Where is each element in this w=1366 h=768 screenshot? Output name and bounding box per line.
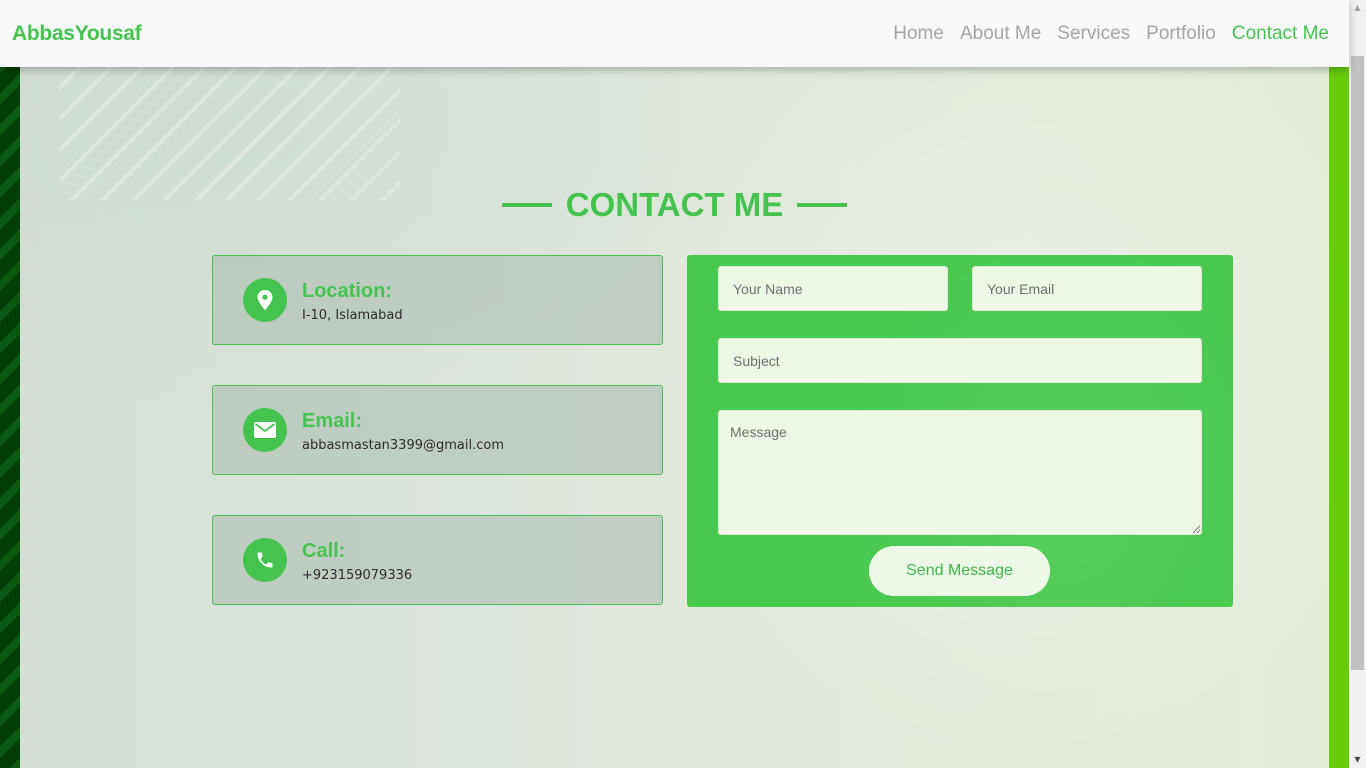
nav-link-services[interactable]: Services: [1057, 23, 1130, 45]
scroll-up-arrow-icon[interactable]: ▲: [1351, 2, 1364, 14]
scroll-down-arrow-icon[interactable]: ▼: [1351, 754, 1364, 766]
nav-links: Home About Me Services Portfolio Contact…: [893, 23, 1329, 45]
section-heading: CONTACT ME: [0, 186, 1349, 224]
title-right-rule: [797, 203, 848, 207]
name-input[interactable]: [718, 266, 948, 311]
phone-icon: [243, 538, 287, 582]
nav-link-about-me[interactable]: About Me: [960, 23, 1041, 45]
email-value: abbasmastan3399@gmail.com: [302, 437, 505, 453]
email-label: Email:: [302, 409, 363, 432]
page-title: CONTACT ME: [565, 186, 784, 223]
location-card: Location: I-10, Islamabad: [212, 255, 663, 345]
nav-link-contact-me[interactable]: Contact Me: [1232, 23, 1329, 45]
top-navbar: AbbasYousaf Home About Me Services Portf…: [0, 0, 1349, 67]
call-value: +923159079336: [302, 567, 413, 583]
scrollbar-thumb[interactable]: [1351, 56, 1364, 670]
nav-link-home[interactable]: Home: [893, 23, 944, 45]
map-pin-icon: [243, 278, 287, 322]
envelope-icon: [243, 408, 287, 452]
email-input[interactable]: [972, 266, 1202, 311]
nav-link-portfolio[interactable]: Portfolio: [1146, 23, 1216, 45]
email-text: Email: abbasmastan3399@gmail.com: [302, 410, 504, 453]
location-text: Location: I-10, Islamabad: [302, 280, 403, 323]
subject-input[interactable]: [718, 338, 1202, 383]
location-value: I-10, Islamabad: [302, 307, 403, 323]
call-text: Call: +923159079336: [302, 540, 412, 583]
left-decorative-stripe: [0, 0, 20, 768]
send-message-button[interactable]: Send Message: [869, 546, 1050, 596]
right-accent-bar: [1329, 0, 1349, 768]
call-label: Call:: [302, 539, 346, 562]
location-label: Location:: [302, 279, 392, 302]
call-card: Call: +923159079336: [212, 515, 663, 605]
title-left-rule: [501, 203, 552, 207]
brand-logo[interactable]: AbbasYousaf: [12, 22, 142, 46]
email-card: Email: abbasmastan3399@gmail.com: [212, 385, 663, 475]
contact-form: Send Message: [687, 255, 1233, 607]
message-textarea[interactable]: [718, 410, 1202, 535]
